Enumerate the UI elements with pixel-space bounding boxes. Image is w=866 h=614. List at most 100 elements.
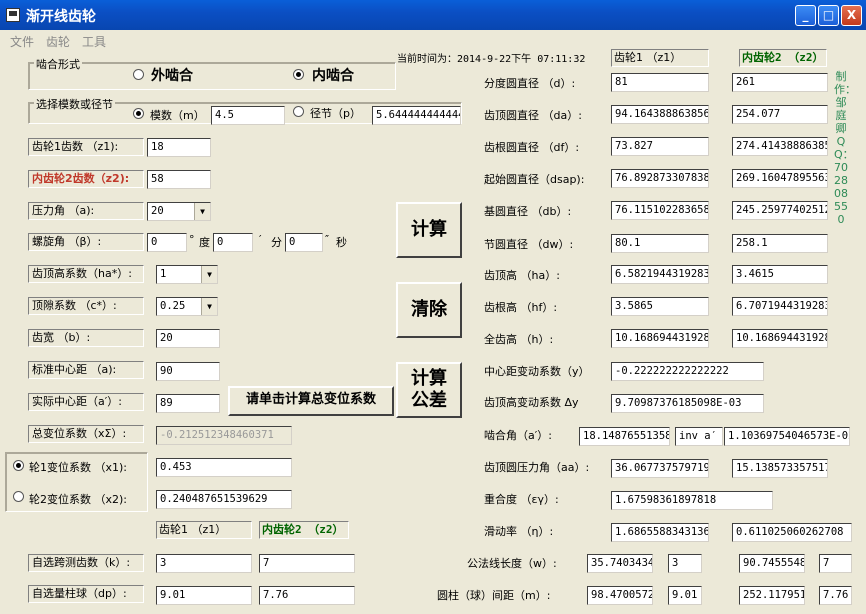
maximize-button[interactable]: □ <box>818 5 839 26</box>
result-gear2[interactable]: 245.25977402512 <box>732 201 828 220</box>
module-input[interactable]: 4.5 <box>211 106 285 125</box>
ball-size-label: 自选量柱球（dp）: <box>28 585 144 603</box>
close-button[interactable]: X <box>841 5 862 26</box>
over-ball-dp2[interactable]: 7.76 <box>819 586 852 605</box>
result-gear1[interactable]: 81 <box>611 73 709 92</box>
over-ball-dp1[interactable]: 9.01 <box>668 586 702 605</box>
std-center-input[interactable]: 90 <box>156 362 220 381</box>
pitch-input[interactable]: 5.644444444444 <box>372 106 461 125</box>
pitch-radio[interactable] <box>293 106 304 117</box>
outer-mesh-radio[interactable] <box>133 69 144 80</box>
double-prime-icon: ″ <box>325 233 330 246</box>
menu-tools[interactable]: 工具 <box>82 33 106 50</box>
result-gear1[interactable]: 6.5821944319283 <box>611 265 709 284</box>
result-gear2[interactable]: 269.16047895563 <box>732 169 828 188</box>
result-gear2[interactable]: 258.1 <box>732 234 828 253</box>
actual-center-label: 实际中心距（a′）: <box>28 393 144 411</box>
calculate-button[interactable]: 计算 <box>396 202 462 258</box>
face-width-label: 齿宽 （b）: <box>28 329 144 347</box>
std-center-label: 标准中心距 （a): <box>28 361 144 379</box>
x2-input[interactable]: 0.240487651539629 <box>156 490 292 509</box>
result-gear1[interactable]: 73.827 <box>611 137 709 156</box>
tolerance-button[interactable]: 计算 公差 <box>396 362 462 418</box>
result-gear1[interactable]: 94.164388863856 <box>611 105 709 124</box>
tolerance-line1: 计算 <box>411 368 447 389</box>
inv-label: inv a′ <box>675 427 723 446</box>
slip-ratio-gear2[interactable]: 0.611025060262708 <box>732 523 852 542</box>
pressure-angle-label: 压力角 （a): <box>28 202 144 220</box>
total-shift-label: 总变位系数（xΣ）: <box>28 425 144 443</box>
menu-gear[interactable]: 齿轮 <box>46 33 70 50</box>
inner-mesh-label[interactable]: 内啮合 <box>312 65 354 85</box>
result-gear2[interactable]: 254.077 <box>732 105 828 124</box>
result-gear1[interactable]: 76.115102283658 <box>611 201 709 220</box>
pressure-angle-select[interactable]: 20 ▼ <box>147 202 211 221</box>
tip-pressure-angle-gear2[interactable]: 15.138573357517 <box>732 459 828 478</box>
clear-button[interactable]: 清除 <box>396 282 462 338</box>
over-ball-gear1[interactable]: 98.4700572 <box>587 586 653 605</box>
tip-pressure-angle-gear1[interactable]: 36.067737579719 <box>611 459 709 478</box>
result-gear1[interactable]: 76.892873307838 <box>611 169 709 188</box>
base-tangent-gear1[interactable]: 35.7403434 <box>587 554 653 573</box>
result-gear1[interactable]: 3.5865 <box>611 297 709 316</box>
x2-radio[interactable] <box>13 491 24 502</box>
x2-label[interactable]: 轮2变位系数 （x2): <box>29 491 127 507</box>
result-gear2[interactable]: 3.4615 <box>732 265 828 284</box>
helix-deg-input[interactable]: 0 <box>147 233 187 252</box>
mesh-angle-output[interactable]: 18.14876551358 <box>579 427 670 446</box>
module-radio[interactable] <box>133 108 144 119</box>
module-label[interactable]: 模数（m） <box>150 107 205 123</box>
current-time: 当前时间为：2014-9-22下午 07:11:32 <box>397 54 586 65</box>
span-teeth-gear2[interactable]: 7 <box>259 554 355 573</box>
span-teeth-gear1[interactable]: 3 <box>156 554 252 573</box>
chevron-down-icon[interactable]: ▼ <box>201 298 217 315</box>
pitch-label[interactable]: 径节（p） <box>310 105 361 121</box>
result-gear2[interactable]: 274.41438886385 <box>732 137 828 156</box>
slip-ratio-gear1[interactable]: 1.6865588343136 <box>611 523 709 542</box>
ball-size-gear2[interactable]: 7.76 <box>259 586 355 605</box>
bottom-gear1-header: 齿轮1 （z1） <box>156 521 252 539</box>
tolerance-line2: 公差 <box>411 390 447 411</box>
inner-mesh-radio[interactable] <box>293 69 304 80</box>
over-ball-gear2[interactable]: 252.117951 <box>739 586 805 605</box>
over-ball-label: 圆柱（球）间距（m）: <box>437 589 551 602</box>
z1-input[interactable]: 18 <box>147 138 211 157</box>
face-width-input[interactable]: 20 <box>156 329 220 348</box>
result-gear2[interactable]: 10.168694431928 <box>732 329 828 348</box>
result-gear2[interactable]: 6.7071944319283 <box>732 297 828 316</box>
y-output[interactable]: -0.222222222222222 <box>611 362 764 381</box>
helix-sec-unit: 秒 <box>336 236 347 249</box>
base-tangent-k2[interactable]: 7 <box>819 554 852 573</box>
z2-input[interactable]: 58 <box>147 170 211 189</box>
addendum-coef-select[interactable]: 1 ▼ <box>156 265 218 284</box>
x1-input[interactable]: 0.453 <box>156 458 292 477</box>
clearance-coef-select[interactable]: 0.25 ▼ <box>156 297 218 316</box>
x1-label[interactable]: 轮1变位系数 （x1): <box>29 459 127 475</box>
total-shift-input[interactable]: -0.212512348460371 <box>156 426 292 445</box>
result-label: 齿根高 （hf）: <box>484 301 558 314</box>
calc-total-shift-button[interactable]: 请单击计算总变位系数 <box>228 386 394 416</box>
ball-size-gear1[interactable]: 9.01 <box>156 586 252 605</box>
minimize-button[interactable]: _ <box>795 5 816 26</box>
result-gear1[interactable]: 10.168694431928 <box>611 329 709 348</box>
result-gear1[interactable]: 80.1 <box>611 234 709 253</box>
inv-output[interactable]: 1.10369754046573E-02 <box>724 427 850 446</box>
result-gear2[interactable]: 261 <box>732 73 828 92</box>
actual-center-input[interactable]: 89 <box>156 394 220 413</box>
helix-min-input[interactable]: 0 <box>213 233 253 252</box>
x1-radio[interactable] <box>13 460 24 471</box>
y-label: 中心距变动系数（y） <box>484 365 590 378</box>
result-label: 起始圆直径（dsap): <box>484 173 585 186</box>
result-label: 节圆直径 （dw）: <box>484 238 574 251</box>
base-tangent-k1[interactable]: 3 <box>668 554 702 573</box>
chevron-down-icon[interactable]: ▼ <box>194 203 210 220</box>
base-tangent-gear2[interactable]: 90.7455548 <box>739 554 805 573</box>
outer-mesh-label[interactable]: 外啮合 <box>151 65 193 85</box>
helix-sec-input[interactable]: 0 <box>285 233 323 252</box>
chevron-down-icon[interactable]: ▼ <box>201 266 217 283</box>
dy-output[interactable]: 9.70987376185098E-03 <box>611 394 764 413</box>
menu-file[interactable]: 文件 <box>10 33 34 50</box>
mesh-type-title: 啮合形式 <box>34 56 82 72</box>
header-gear2: 内齿轮2 （z2） <box>739 49 827 67</box>
contact-ratio-output[interactable]: 1.67598361897818 <box>611 491 773 510</box>
